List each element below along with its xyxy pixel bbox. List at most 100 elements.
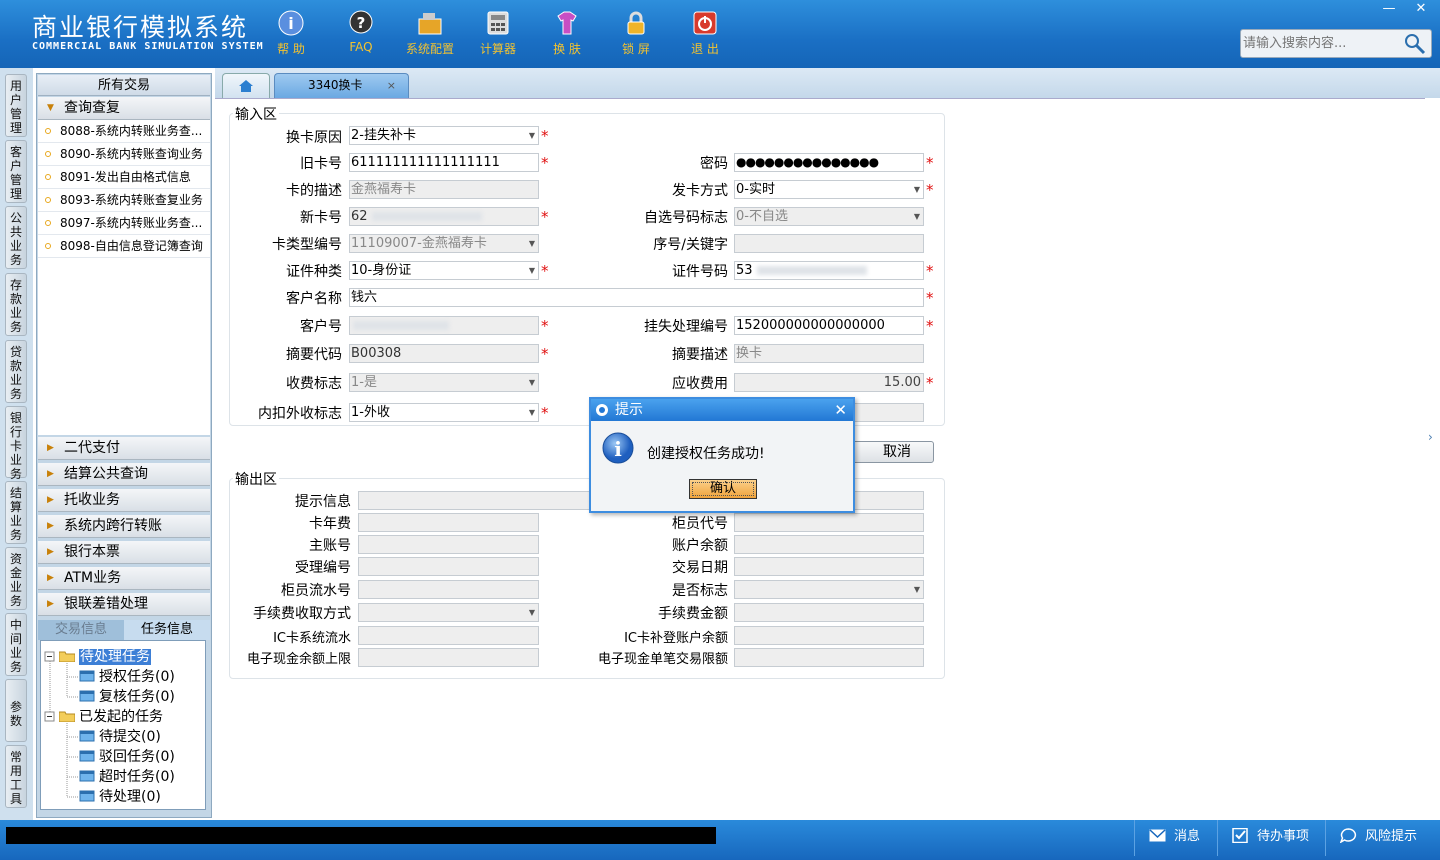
task-tab-bar: 交易信息 任务信息 bbox=[38, 620, 210, 640]
nav-group-collection[interactable]: ▶ 托收业务 bbox=[38, 489, 210, 512]
help-icon: ? bbox=[349, 10, 373, 34]
lock-icon bbox=[627, 11, 645, 35]
cancel-button[interactable]: 取消 bbox=[852, 441, 934, 463]
help-button[interactable]: i 帮 助 bbox=[261, 8, 321, 60]
dialog-close-icon[interactable]: ✕ bbox=[834, 399, 847, 421]
nav-item-label: 8090-系统内转账查询业务 bbox=[60, 147, 203, 161]
redacted-block bbox=[756, 266, 867, 275]
nav-item-8097[interactable]: 8097-系统内转账业务查... bbox=[38, 212, 210, 235]
fee-inout-select[interactable]: 1-外收 ▼ bbox=[349, 403, 539, 422]
todo-button[interactable]: 待办事项 bbox=[1217, 820, 1324, 856]
faq-button[interactable]: ? FAQ bbox=[331, 8, 391, 60]
nav-item-8090[interactable]: 8090-系统内转账查询业务 bbox=[38, 143, 210, 166]
tree-node-to-process[interactable]: 待处理(0) bbox=[79, 787, 161, 807]
fee-due-field: 15.00 bbox=[734, 373, 924, 392]
tree-node-rejected[interactable]: 驳回任务(0) bbox=[79, 747, 175, 767]
messages-label: 消息 bbox=[1174, 829, 1201, 844]
loss-no-input[interactable]: 152000000000000000 bbox=[734, 316, 924, 335]
required-mark: * bbox=[541, 208, 549, 226]
risk-button[interactable]: 风险提示 bbox=[1325, 820, 1440, 856]
nav-item-8088[interactable]: 8088-系统内转账业务查... bbox=[38, 120, 210, 143]
side-tab-card[interactable]: 银行卡业务 bbox=[5, 406, 27, 481]
search-icon[interactable] bbox=[1403, 32, 1427, 56]
side-tab-intermediary[interactable]: 中间业务 bbox=[5, 613, 27, 676]
tree-node-label: 超时任务(0) bbox=[99, 769, 175, 785]
dialog-ok-button[interactable]: 确认 bbox=[689, 479, 757, 499]
required-mark: * bbox=[926, 181, 934, 199]
search-input[interactable] bbox=[1243, 33, 1403, 54]
fee-flag-select: 1-是 ▼ bbox=[349, 373, 539, 392]
redacted-block bbox=[353, 321, 449, 330]
label-fee-amount: 手续费金额 bbox=[658, 606, 728, 622]
side-tab-loan[interactable]: 贷款业务 bbox=[5, 340, 27, 403]
side-tab-user[interactable]: 用户管理 bbox=[5, 74, 27, 137]
fee-flag-value: 1-是 bbox=[351, 375, 377, 390]
password-input[interactable]: ●●●●●●●●●●●●●●● bbox=[734, 153, 924, 172]
tab-3340-card-replace[interactable]: 3340换卡 × bbox=[274, 73, 409, 98]
lock-button[interactable]: 锁 屏 bbox=[606, 8, 666, 60]
dropdown-arrow-icon: ▼ bbox=[528, 608, 535, 617]
teller-serial-field bbox=[358, 580, 539, 599]
customer-name-input[interactable]: 钱六 bbox=[349, 288, 924, 307]
tab-home[interactable] bbox=[222, 73, 270, 98]
issue-method-select[interactable]: 0-实时 ▼ bbox=[734, 180, 924, 199]
skin-button[interactable]: 换 肤 bbox=[537, 8, 597, 60]
tree-node-auth[interactable]: 授权任务(0) bbox=[79, 667, 175, 687]
tree-node-initiated[interactable]: 已发起的任务 bbox=[59, 707, 163, 727]
messages-button[interactable]: 消息 bbox=[1134, 820, 1216, 856]
side-tab-settlement[interactable]: 结算业务 bbox=[5, 481, 27, 544]
id-no-input[interactable]: 53 bbox=[734, 261, 924, 280]
id-no-value: 53 bbox=[736, 263, 753, 278]
nav-group-cashier-check[interactable]: ▶ 银行本票 bbox=[38, 541, 210, 564]
side-tab-public[interactable]: 公共业务 bbox=[5, 206, 27, 269]
config-button[interactable]: 系统配置 bbox=[400, 8, 460, 60]
nav-all-transactions[interactable]: 所有交易 bbox=[38, 75, 210, 96]
config-icon bbox=[418, 13, 442, 35]
calculator-button[interactable]: 计算器 bbox=[468, 8, 528, 60]
nav-item-8091[interactable]: 8091-发出自由格式信息 bbox=[38, 166, 210, 189]
nav-group-unionpay[interactable]: ▶ 银联差错处理 bbox=[38, 593, 210, 616]
dialog-message: 创建授权任务成功! bbox=[647, 446, 765, 462]
nav-group-interbank[interactable]: ▶ 系统内跨行转账 bbox=[38, 515, 210, 538]
side-tab-fund[interactable]: 资金业务 bbox=[5, 547, 27, 610]
navigation-panel: 所有交易 ▼ 查询查复 8088-系统内转账业务查... 8090-系统内转账查… bbox=[36, 73, 212, 818]
yes-no-select: ▼ bbox=[734, 580, 924, 599]
card-desc-field: 金燕福寿卡 bbox=[349, 180, 539, 199]
dialog-title: 提示 bbox=[615, 402, 643, 418]
expand-right-icon[interactable]: › bbox=[1428, 430, 1433, 444]
nav-group-settlement-query[interactable]: ▶ 结算公共查询 bbox=[38, 463, 210, 486]
tree-node-pending[interactable]: 待处理任务 bbox=[59, 647, 151, 667]
reason-select[interactable]: 2-挂失补卡 ▼ bbox=[349, 126, 539, 145]
nav-group-query[interactable]: ▼ 查询查复 bbox=[38, 97, 210, 120]
info-icon: i bbox=[278, 10, 304, 36]
chevron-right-icon: ▶ bbox=[47, 443, 54, 453]
chevron-right-icon: ▶ bbox=[47, 495, 54, 505]
label-id-type: 证件种类 bbox=[286, 264, 342, 280]
side-tab-deposit[interactable]: 存款业务 bbox=[5, 273, 27, 336]
id-type-select[interactable]: 10-身份证 ▼ bbox=[349, 261, 539, 280]
side-tab-customer[interactable]: 客户管理 bbox=[5, 140, 27, 203]
old-card-input[interactable]: 611111111111111111 bbox=[349, 153, 539, 172]
tree-node-to-submit[interactable]: 待提交(0) bbox=[79, 727, 161, 747]
required-mark: * bbox=[926, 289, 934, 307]
label-teller-serial: 柜员流水号 bbox=[281, 583, 351, 599]
nav-item-8093[interactable]: 8093-系统内转账查复业务 bbox=[38, 189, 210, 212]
nav-group-atm[interactable]: ▶ ATM业务 bbox=[38, 567, 210, 590]
close-window-button[interactable]: ✕ bbox=[1406, 0, 1436, 18]
tab-task-info[interactable]: 任务信息 bbox=[124, 620, 210, 640]
nav-group-payment[interactable]: ▶ 二代支付 bbox=[38, 437, 210, 460]
nav-item-8098[interactable]: 8098-自由信息登记簿查询 bbox=[38, 235, 210, 258]
exit-button[interactable]: 退 出 bbox=[675, 8, 735, 60]
nav-item-list: 8088-系统内转账业务查... 8090-系统内转账查询业务 8091-发出自… bbox=[38, 120, 210, 435]
tab-transaction-info[interactable]: 交易信息 bbox=[38, 620, 124, 640]
side-tab-tools[interactable]: 常用工具 bbox=[5, 745, 27, 808]
minimize-button[interactable]: — bbox=[1374, 0, 1404, 18]
dropdown-arrow-icon: ▼ bbox=[528, 408, 535, 417]
task-tree: 待处理任务 授权任务(0) 复核任务(0) 已发起的任务 待提交(0) 驳回任务… bbox=[40, 640, 206, 810]
tree-node-timeout[interactable]: 超时任务(0) bbox=[79, 767, 175, 787]
label-tx-date: 交易日期 bbox=[672, 560, 728, 576]
tree-node-review[interactable]: 复核任务(0) bbox=[79, 687, 175, 707]
ic-serial-field bbox=[358, 626, 539, 645]
side-tab-params[interactable]: 参数 bbox=[5, 679, 27, 742]
close-tab-icon[interactable]: × bbox=[387, 75, 396, 97]
